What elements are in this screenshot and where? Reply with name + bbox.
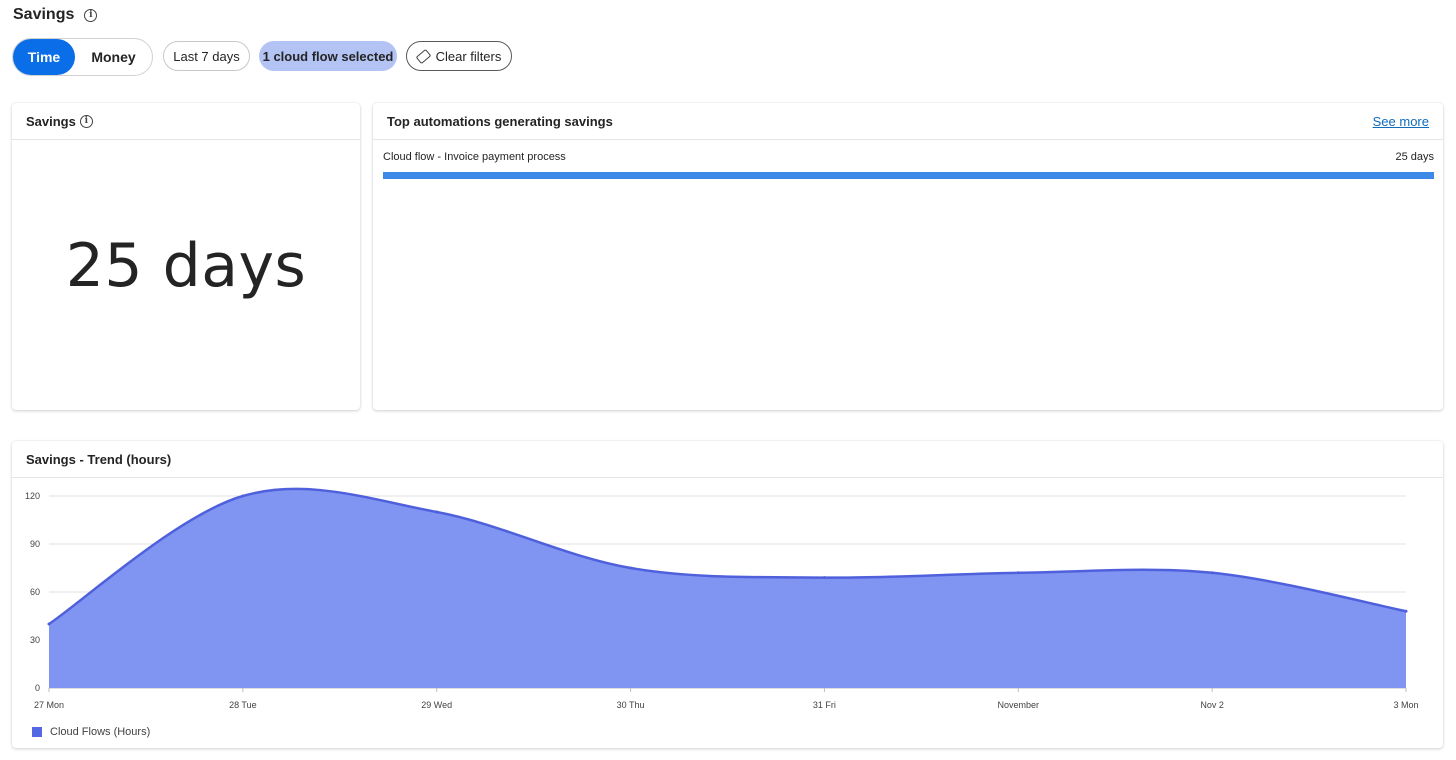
data-point[interactable]	[1016, 571, 1020, 575]
y-tick-label: 0	[35, 683, 40, 693]
top-automations-title: Top automations generating savings	[387, 113, 613, 129]
x-tick-label: 3 Mon	[1393, 700, 1418, 710]
automation-value: 25 days	[1395, 151, 1434, 163]
data-point[interactable]	[1404, 609, 1408, 613]
y-tick-label: 120	[25, 491, 40, 501]
x-tick-label: Nov 2	[1200, 700, 1224, 710]
data-point[interactable]	[822, 576, 826, 580]
area-fill[interactable]	[49, 488, 1406, 688]
automation-bar[interactable]	[383, 172, 1434, 179]
data-point[interactable]	[241, 494, 245, 498]
cloud-flow-filter[interactable]: 1 cloud flow selected	[259, 41, 397, 71]
automation-bar-fill	[383, 172, 1434, 179]
legend-swatch	[32, 727, 42, 737]
clear-filters-label: Clear filters	[435, 48, 502, 64]
data-point[interactable]	[1210, 571, 1214, 575]
eraser-icon	[415, 48, 431, 64]
top-automations-card: Top automations generating savings See m…	[373, 103, 1443, 410]
see-more-link[interactable]: See more	[1373, 114, 1429, 129]
savings-kpi-card: Savings i 25 days	[12, 103, 360, 410]
automation-name: Cloud flow - Invoice payment process	[383, 151, 566, 163]
savings-kpi-title: Savings	[26, 113, 76, 129]
x-tick-label: November	[998, 700, 1040, 710]
x-tick-label: 29 Wed	[421, 700, 452, 710]
savings-kpi-header: Savings i	[12, 103, 360, 140]
x-tick-label: 30 Thu	[617, 700, 645, 710]
x-tick-label: 31 Fri	[813, 700, 836, 710]
chart-legend[interactable]: Cloud Flows (Hours)	[32, 726, 150, 738]
date-range-filter[interactable]: Last 7 days	[163, 41, 250, 71]
data-point[interactable]	[47, 622, 51, 626]
time-money-toggle[interactable]: Time Money	[12, 38, 153, 76]
savings-kpi-value: 25 days	[65, 231, 307, 301]
trend-chart[interactable]: 0 30 60 90 120 27 Mon 28 Tue 29 Wed 30 Thu 31 Fri…	[12, 479, 1443, 714]
savings-trend-card: Savings - Trend (hours) 0 30 60 90 120 27 Mon…	[12, 441, 1443, 748]
data-point[interactable]	[435, 510, 439, 514]
y-tick-label: 60	[30, 587, 40, 597]
page-title: Savings i	[13, 6, 98, 24]
legend-label: Cloud Flows (Hours)	[50, 726, 151, 738]
x-tick-label: 28 Tue	[229, 700, 257, 710]
info-icon[interactable]: i	[79, 114, 93, 128]
toggle-time[interactable]: Time	[13, 39, 75, 75]
y-tick-label: 30	[30, 635, 40, 645]
toggle-money[interactable]: Money	[75, 39, 152, 75]
info-icon[interactable]: i	[84, 8, 98, 22]
x-tick-label: 27 Mon	[34, 700, 64, 710]
automation-row[interactable]: Cloud flow - Invoice payment process 25 …	[383, 151, 1434, 163]
savings-trend-title: Savings - Trend (hours)	[26, 451, 172, 467]
clear-filters-button[interactable]: Clear filters	[406, 41, 512, 71]
savings-trend-header: Savings - Trend (hours)	[12, 441, 1443, 478]
page-title-text: Savings	[13, 6, 75, 23]
top-automations-header: Top automations generating savings See m…	[373, 103, 1443, 140]
y-tick-label: 90	[30, 539, 40, 549]
data-point[interactable]	[629, 566, 633, 570]
